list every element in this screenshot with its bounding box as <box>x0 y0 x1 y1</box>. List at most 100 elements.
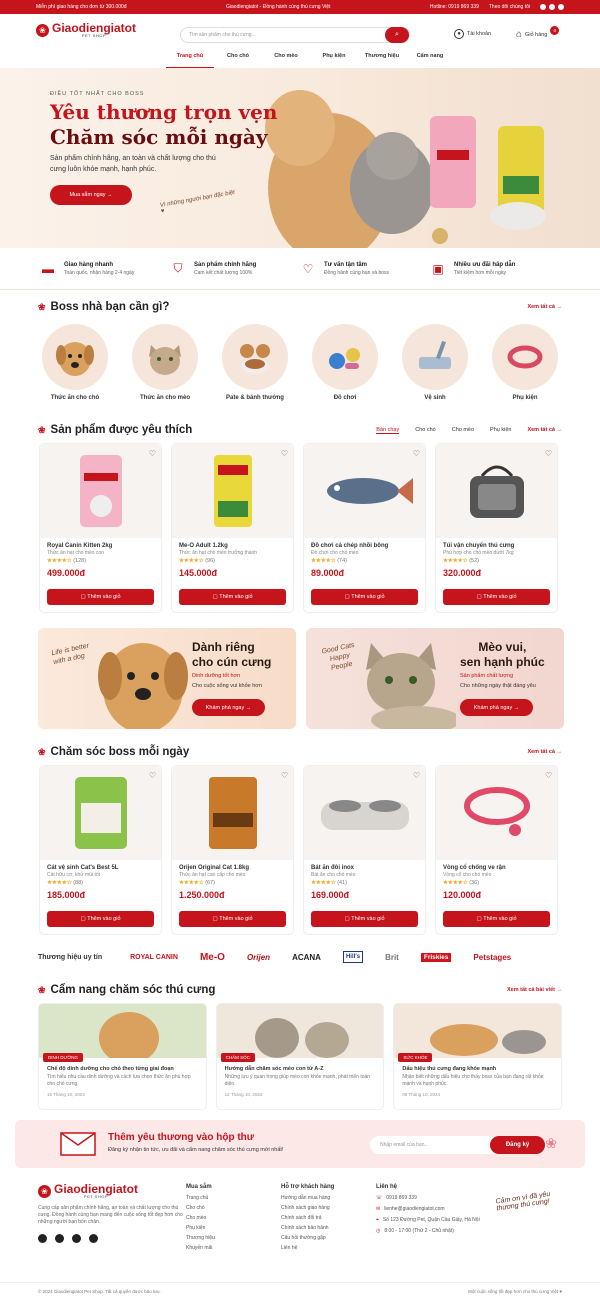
category-cat-food[interactable]: Thức ăn cho mèo <box>130 324 200 401</box>
contact-email[interactable]: lienhe@giaodiengiatot.com <box>384 1206 444 1212</box>
product-name[interactable]: Bát ăn đôi inox <box>304 860 425 871</box>
category-toys[interactable]: Đồ chơi <box>310 324 380 401</box>
search-input[interactable]: Tìm sản phẩm cho thú cưng... ⌕ <box>180 27 410 43</box>
product-card[interactable]: ♡ Bát ăn đôi inox Bát ăn cho chó mèo ★★★… <box>303 765 426 935</box>
wishlist-icon[interactable]: ♡ <box>545 771 552 780</box>
footer-link[interactable]: Liên hệ <box>281 1245 376 1251</box>
tab-accessories[interactable]: Phụ kiện <box>490 427 511 433</box>
tiktok-icon[interactable] <box>89 1234 98 1243</box>
tab-cats[interactable]: Cho mèo <box>452 427 474 433</box>
add-to-cart-button[interactable]: ▢ Thêm vào giỏ <box>443 911 550 927</box>
see-all-link[interactable]: Xem tất cả → <box>527 427 562 433</box>
hotline[interactable]: Hotline: 0919 869 339 <box>430 4 479 10</box>
footer: ❀ Giaodiengiatot PET SHOP Cung cấp sản phẩ… <box>0 1168 600 1268</box>
tab-bestseller[interactable]: Bán chạy <box>376 427 400 434</box>
add-to-cart-button[interactable]: ▢ Thêm vào giỏ <box>311 911 418 927</box>
see-all-link[interactable]: Xem tất cả → <box>527 304 562 310</box>
footer-link[interactable]: Khuyến mãi <box>186 1245 281 1251</box>
footer-link[interactable]: Thương hiệu <box>186 1235 281 1241</box>
product-name[interactable]: Đồ chơi cá chép nhồi bông <box>304 538 425 549</box>
product-name[interactable]: Túi vận chuyển thú cưng <box>436 538 557 549</box>
add-to-cart-button[interactable]: ▢ Thêm vào giỏ <box>179 911 286 927</box>
product-name[interactable]: Orijen Original Cat 1.8kg <box>172 860 293 871</box>
brand-royal-canin[interactable]: ROYAL CANIN <box>130 954 178 961</box>
brand-acana[interactable]: ACANA <box>292 953 321 962</box>
product-card[interactable]: ♡ Cát vệ sinh Cat's Best 5L Cát hữu cơ, … <box>39 765 162 935</box>
blog-card[interactable]: DINH DƯỠNG Chế độ dinh dưỡng cho chó the… <box>38 1003 207 1110</box>
footer-link[interactable]: Câu hỏi thường gặp <box>281 1235 376 1241</box>
subscribe-button[interactable]: Đăng ký <box>490 1136 545 1154</box>
wishlist-icon[interactable]: ♡ <box>413 771 420 780</box>
product-name[interactable]: Vòng cổ chống ve rận <box>436 860 557 871</box>
footer-link[interactable]: Chính sách giao hàng <box>281 1205 376 1211</box>
footer-link[interactable]: Chính sách đổi trả <box>281 1215 376 1221</box>
cart-link[interactable]: ⌂ Giỏ hàng 0 <box>516 26 560 40</box>
footer-link[interactable]: Cho mèo <box>186 1215 281 1221</box>
youtube-icon[interactable] <box>558 4 564 10</box>
blog-card[interactable]: CHĂM SÓC Hướng dẫn chăm sóc mèo con từ A… <box>215 1003 385 1110</box>
wishlist-icon[interactable]: ♡ <box>545 449 552 458</box>
nav-cats[interactable]: Cho mèo <box>262 46 310 68</box>
dog-promo-banner[interactable]: Life is better with a dog Dành riêng cho … <box>38 628 296 729</box>
add-to-cart-button[interactable]: ▢ Thêm vào giỏ <box>443 589 550 605</box>
product-card[interactable]: ♡ Orijen Original Cat 1.8kg Thức ăn hạt … <box>171 765 294 935</box>
product-card[interactable]: ♡ Túi vận chuyển thú cưng Phù hợp cho ch… <box>435 443 558 613</box>
product-card[interactable]: ♡ Đồ chơi cá chép nhồi bông Đồ chơi cho … <box>303 443 426 613</box>
category-accessories[interactable]: Phụ kiện <box>490 324 560 401</box>
product-card[interactable]: ♡ Me-O Adult 1.2kg Thức ăn hạt cho mèo t… <box>171 443 294 613</box>
brand-me-o[interactable]: Me-O <box>200 952 225 963</box>
product-name[interactable]: Me-O Adult 1.2kg <box>172 538 293 549</box>
brand-hills[interactable]: Hill's <box>342 951 364 963</box>
search-icon[interactable]: ⌕ <box>385 27 409 43</box>
care-products: ♡ Cát vệ sinh Cat's Best 5L Cát hữu cơ, … <box>0 765 600 935</box>
brand-brit[interactable]: Brit <box>385 953 399 962</box>
add-to-cart-button[interactable]: ▢ Thêm vào giỏ <box>179 589 286 605</box>
add-to-cart-button[interactable]: ▢ Thêm vào giỏ <box>47 589 154 605</box>
explore-button[interactable]: Khám phá ngay → <box>192 699 265 716</box>
category-treats[interactable]: Pate & bánh thưởng <box>220 324 290 401</box>
logo[interactable]: ❀ Giaodiengiatot PET SHOP <box>36 22 136 38</box>
tab-dogs[interactable]: Cho chó <box>415 427 436 433</box>
instagram-icon[interactable] <box>55 1234 64 1243</box>
brand-orijen[interactable]: Orijen <box>247 953 270 962</box>
cat-promo-banner[interactable]: Good Cats Happy People Mèo vui, sen hạnh … <box>306 628 564 729</box>
wishlist-icon[interactable]: ♡ <box>413 449 420 458</box>
account-link[interactable]: ● Tài khoản <box>454 29 491 39</box>
footer-link[interactable]: Trang chủ <box>186 1195 281 1201</box>
nav-accessories[interactable]: Phụ kiện <box>310 46 358 68</box>
nav-dogs[interactable]: Cho chó <box>214 46 262 68</box>
nav-brands[interactable]: Thương hiệu <box>358 46 406 68</box>
footer-link[interactable]: Cho chó <box>186 1205 281 1211</box>
product-card[interactable]: ♡ Vòng cổ chống ve rận Vòng cổ cho chó m… <box>435 765 558 935</box>
contact-phone[interactable]: 0919 869 339 <box>386 1195 417 1201</box>
youtube-icon[interactable] <box>72 1234 81 1243</box>
footer-link[interactable]: Hướng dẫn mua hàng <box>281 1195 376 1201</box>
wishlist-icon[interactable]: ♡ <box>149 449 156 458</box>
footer-link[interactable]: Phụ kiện <box>186 1225 281 1231</box>
nav-guide[interactable]: Cẩm nang <box>406 46 454 68</box>
shop-now-button[interactable]: Mua sắm ngay → <box>50 185 132 205</box>
brand-petstages[interactable]: Petstages <box>473 953 511 962</box>
brand-friskies[interactable]: Friskies <box>420 952 452 962</box>
product-name[interactable]: Royal Canin Kitten 2kg <box>40 538 161 549</box>
see-all-posts-link[interactable]: Xem tất cả bài viết → <box>507 987 562 993</box>
instagram-icon[interactable] <box>549 4 555 10</box>
see-all-link[interactable]: Xem tất cả → <box>527 749 562 755</box>
blog-card[interactable]: SỨC KHỎE Dấu hiệu thú cưng đang khỏe mạn… <box>393 1003 563 1110</box>
footer-link[interactable]: Chính sách bảo hành <box>281 1225 376 1231</box>
add-to-cart-button[interactable]: ▢ Thêm vào giỏ <box>47 911 154 927</box>
nav-home[interactable]: Trang chủ <box>166 46 214 68</box>
category-dog-food[interactable]: Thức ăn cho chó <box>40 324 110 401</box>
rating-count: (67) <box>205 880 215 886</box>
category-hygiene[interactable]: Vệ sinh <box>400 324 470 401</box>
product-name[interactable]: Cát vệ sinh Cat's Best 5L <box>40 860 161 871</box>
wishlist-icon[interactable]: ♡ <box>281 771 288 780</box>
wishlist-icon[interactable]: ♡ <box>149 771 156 780</box>
product-card[interactable]: ♡ Royal Canin Kitten 2kg Thức ăn hạt cho… <box>39 443 162 613</box>
add-to-cart-button[interactable]: ▢ Thêm vào giỏ <box>311 589 418 605</box>
facebook-icon[interactable] <box>540 4 546 10</box>
explore-button[interactable]: Khám phá ngay → <box>460 699 533 716</box>
facebook-icon[interactable] <box>38 1234 47 1243</box>
wishlist-icon[interactable]: ♡ <box>281 449 288 458</box>
footer-logo[interactable]: ❀ Giaodiengiatot PET SHOP <box>38 1183 186 1199</box>
